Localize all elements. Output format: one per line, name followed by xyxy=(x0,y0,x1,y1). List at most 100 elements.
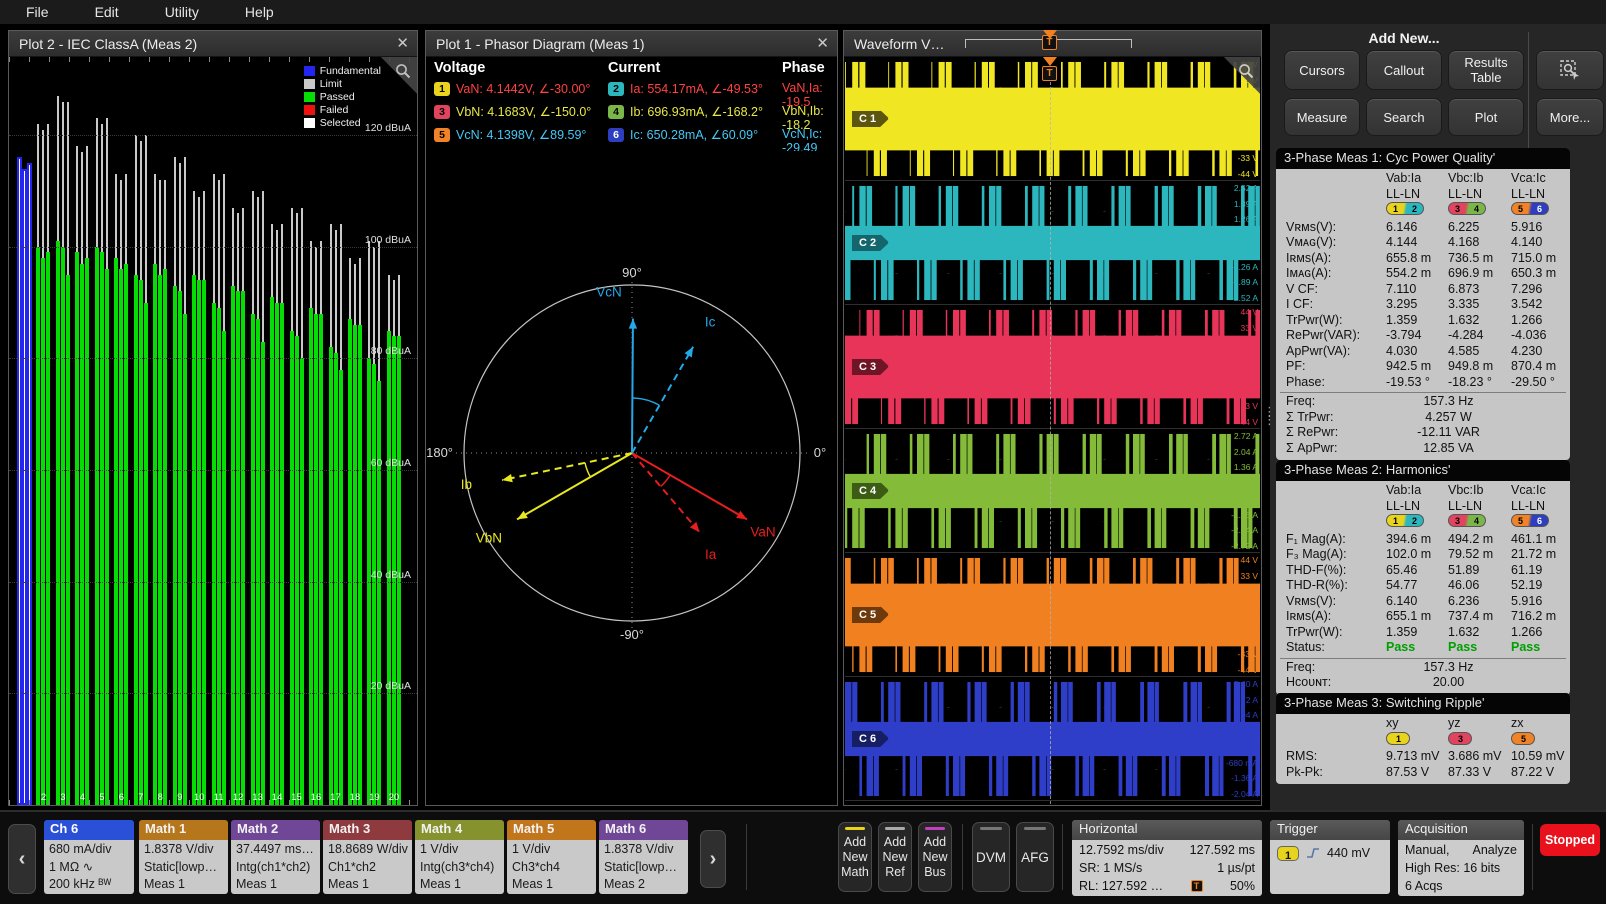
scale-label: -1.89 A xyxy=(1231,278,1258,287)
phasor-arrow-VcN xyxy=(632,319,633,453)
channel-chip-2: 2 xyxy=(608,82,624,96)
readout-value: VaN: 4.1442V, ∠-30.00° xyxy=(456,81,590,96)
phasor-axis-label: 0° xyxy=(814,445,826,460)
add-new-bus-button[interactable]: AddNewBus xyxy=(918,822,952,892)
stopped-button[interactable]: Stopped xyxy=(1540,824,1600,856)
cursors-button[interactable]: Cursors xyxy=(1284,50,1360,90)
panel-grip-handle[interactable]: ⋮⋮ xyxy=(1263,408,1269,434)
math-1-badge[interactable]: Math 11.8378 V/divStatic[lowp…Meas 1 xyxy=(139,820,228,894)
waveform-graticule[interactable]: T C 144 V33 V22 V11 V-11 V-22 V-33 V-44 … xyxy=(845,57,1260,804)
channel-pill: 12 xyxy=(1386,202,1424,215)
pill-num: 6 xyxy=(1537,515,1542,528)
accent-line xyxy=(885,827,905,830)
math-5-badge[interactable]: Math 51 V/divCh3*ch4Meas 1 xyxy=(507,820,596,894)
y-axis-label: 60 dBuA xyxy=(371,457,411,469)
col-header: zx xyxy=(1511,716,1570,732)
math-4-badge-header: Math 4 xyxy=(415,820,504,840)
afg-button[interactable]: AFG xyxy=(1016,822,1054,892)
acquisition-badge[interactable]: AcquisitionManual,AnalyzeHigh Res: 16 bi… xyxy=(1398,820,1524,896)
plot2-close-icon[interactable]: ✕ xyxy=(396,34,409,52)
scale-label: 1.36 A xyxy=(1234,463,1258,472)
results-table-1[interactable]: 3-Phase Meas 1: Cyc Power Quality'Vab:Ia… xyxy=(1276,148,1570,460)
summary-row: Σ ApPwr:12.85 VA xyxy=(1280,441,1566,457)
math-4-badge-body: 1 V/divIntg(ch3*ch4)Meas 1 xyxy=(415,840,504,894)
results-table-2[interactable]: 3-Phase Meas 2: Harmonics'Vab:IaVbc:IbVc… xyxy=(1276,460,1570,695)
wave-slice-C2[interactable]: C 22.52 A1.89 A1.26 A630 mA-630 mA-1.26 … xyxy=(845,181,1260,305)
scale-label: -44 V xyxy=(1238,418,1258,427)
math-6-badge[interactable]: Math 61.8378 V/divStatic[lowp…Meas 2 xyxy=(599,820,688,894)
trigger-source-chip: 1 xyxy=(1277,846,1299,861)
pill-num: 2 xyxy=(1412,203,1417,216)
row-label: RePwr(VAR): xyxy=(1280,328,1386,344)
x-tick-label: 17 xyxy=(329,792,343,803)
trigger-position-line xyxy=(1050,57,1051,804)
math-4-badge[interactable]: Math 41 V/divIntg(ch3*ch4)Meas 1 xyxy=(415,820,504,894)
x-tick-label: 20 xyxy=(387,792,401,803)
menu-item-help[interactable]: Help xyxy=(245,4,274,20)
phasor-axis-label: Ia xyxy=(705,547,717,562)
card-line: 1 V/div xyxy=(420,841,499,859)
search-button[interactable]: Search xyxy=(1366,98,1442,136)
scroll-right-button[interactable]: › xyxy=(700,830,726,888)
wave-slice-C3[interactable]: C 344 V33 V22 V11 V-11 V-22 V-33 V-44 V xyxy=(845,305,1260,429)
card-line: Intg(ch3*ch4) xyxy=(420,859,499,877)
dvm-button[interactable]: DVM xyxy=(972,822,1010,892)
chip-cell: 34 xyxy=(1448,514,1511,532)
math-3-badge[interactable]: Math 318.8689 W/divCh1*ch2Meas 1 xyxy=(323,820,412,894)
table-row: Vʀᴍs(V):6.1406.2365.916 xyxy=(1280,594,1566,610)
x-tick-label: 19 xyxy=(367,792,381,803)
chip-cell: 12 xyxy=(1386,514,1448,532)
x-tick-label: 13 xyxy=(251,792,265,803)
row-value: 6.140 xyxy=(1386,594,1448,610)
results-table-3[interactable]: 3-Phase Meas 3: Switching Ripple'xyyzzx1… xyxy=(1276,693,1570,784)
summary-row: Σ TrPwr:4.257 W xyxy=(1280,410,1566,426)
table-row: TrPwr(W):1.3591.6321.266 xyxy=(1280,625,1566,641)
acquisition-header: Acquisition xyxy=(1398,820,1524,840)
table-row: Vᴍᴀɢ(V):4.1444.1684.140 xyxy=(1280,235,1566,251)
col-header: xy xyxy=(1386,716,1448,732)
waveform-trace-3 xyxy=(845,305,1260,429)
measure-button[interactable]: Measure xyxy=(1284,98,1360,136)
horizontal-badge[interactable]: Horizontal12.7592 ms/div127.592 msSR: 1 … xyxy=(1072,820,1262,896)
passed-bar xyxy=(95,247,99,805)
plot2-titlebar[interactable]: Plot 2 - IEC ClassA (Meas 2) ✕ xyxy=(9,31,417,57)
results-table-button[interactable]: Results Table xyxy=(1448,50,1524,90)
row-label: TrPwr(W): xyxy=(1280,625,1386,641)
scale-label: -2.72 A xyxy=(1231,542,1258,551)
wave-slice-C6[interactable]: C 63.40 A2.72 A2.04 A1.36 A680 mA-680 mA… xyxy=(845,677,1260,801)
x-tick-label: 6 xyxy=(114,792,128,803)
menu-item-file[interactable]: File xyxy=(26,4,49,20)
phasor-plot[interactable]: 90°0°±180°-90°VaNIaVbNIbVcNIc xyxy=(426,151,837,805)
readout-header-current: Current xyxy=(608,60,660,76)
scroll-left-button[interactable]: ‹ xyxy=(8,824,36,894)
phasor-axis-label: VcN xyxy=(596,285,622,300)
more-button[interactable]: More... xyxy=(1536,98,1604,136)
iec-bar-chart[interactable]: FundamentalLimitPassedFailedSelected 234… xyxy=(9,57,417,805)
zoom-select-button[interactable] xyxy=(1536,50,1604,90)
menu-item-edit[interactable]: Edit xyxy=(95,4,119,20)
math-2-badge[interactable]: Math 237.4497 ms…Intg(ch1*ch2)Meas 1 xyxy=(231,820,320,894)
wave-slice-C5[interactable]: C 544 V33 V22 V11 V-11 V-22 V-33 V-44 V xyxy=(845,553,1260,677)
plot1-close-icon[interactable]: ✕ xyxy=(816,34,829,52)
trigger-badge[interactable]: Trigger1440 mV xyxy=(1270,820,1390,894)
passed-bar xyxy=(377,381,381,805)
row-value: 21.72 m xyxy=(1511,547,1570,563)
row-value: -4.284 xyxy=(1448,328,1511,344)
callout-button[interactable]: Callout xyxy=(1366,50,1442,90)
menu-item-utility[interactable]: Utility xyxy=(165,4,199,20)
wave-slice-C4[interactable]: C 42.72 A2.04 A1.36 A680 mA-680 mA-1.36 … xyxy=(845,429,1260,553)
plot-button[interactable]: Plot xyxy=(1448,98,1524,136)
col-sub: LL-LN xyxy=(1448,187,1511,203)
legend-label: Passed xyxy=(320,91,355,103)
row-value: 870.4 m xyxy=(1511,359,1570,375)
channel-6-badge[interactable]: Ch 6680 mA/div1 MΩ ∿200 kHz ᴮᵂ xyxy=(44,820,134,894)
scale-label: -2.04 A xyxy=(1231,526,1258,535)
trigger-level-marker[interactable]: T xyxy=(1042,66,1057,81)
add-new-ref-button[interactable]: AddNewRef xyxy=(878,822,912,892)
summary-value: 12.85 VA xyxy=(1386,441,1511,457)
add-new-math-button[interactable]: AddNewMath xyxy=(838,822,872,892)
summary-value: 4.257 W xyxy=(1386,410,1511,426)
btn-line: Bus xyxy=(924,865,946,880)
readout-value: Ic: 650.28mA, ∠60.09° xyxy=(630,127,758,142)
plot1-titlebar[interactable]: Plot 1 - Phasor Diagram (Meas 1) ✕ xyxy=(426,31,837,57)
